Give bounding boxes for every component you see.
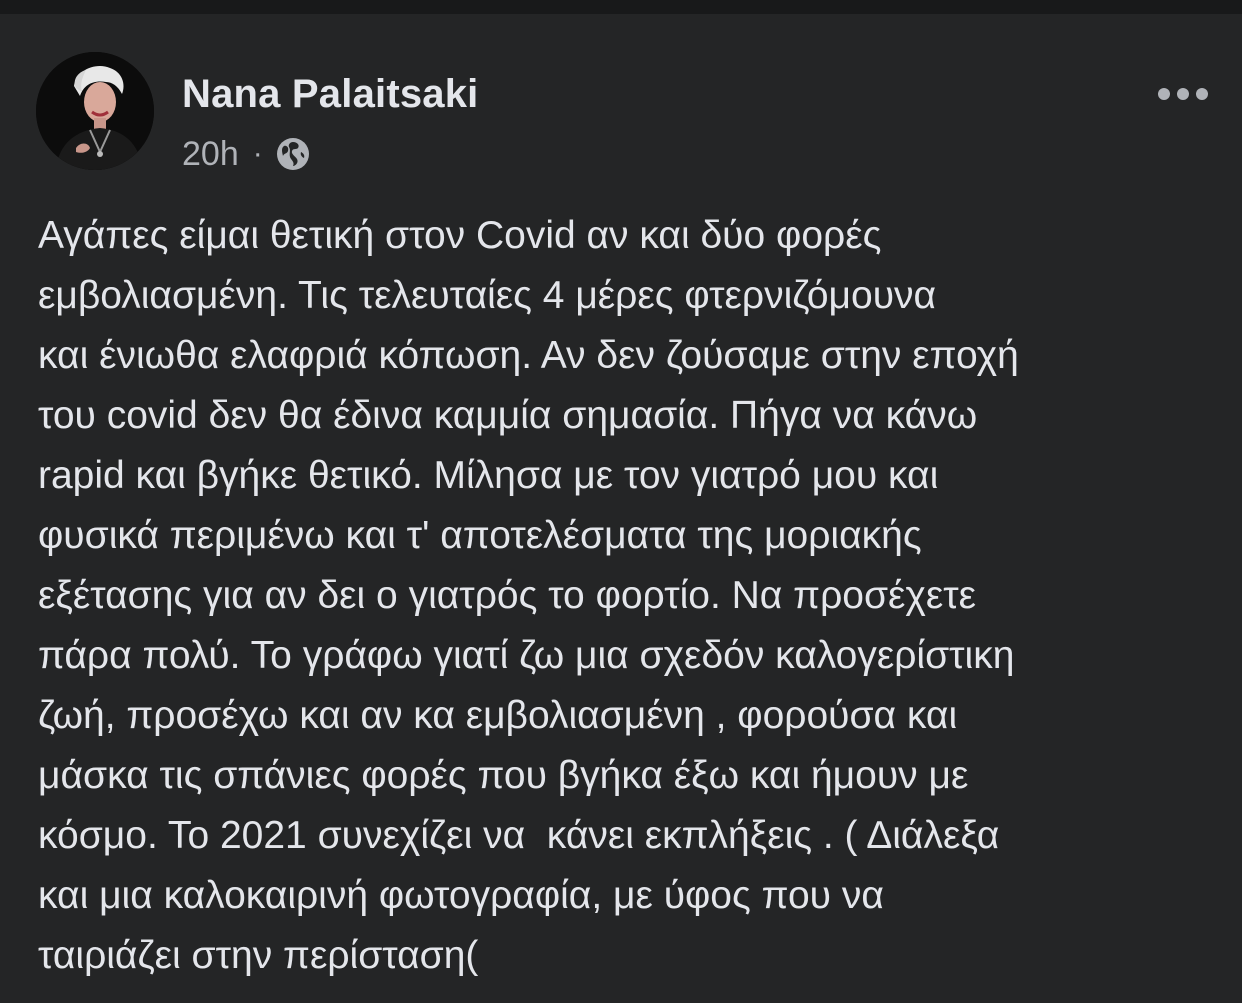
meta-separator: · <box>252 137 263 170</box>
top-bar <box>0 0 1242 14</box>
post-timestamp[interactable]: 20h <box>182 135 239 174</box>
post-meta: 20h · <box>182 132 311 176</box>
post-text-line: εμβολιασμένη. Τις τελευταίες 4 μέρες φτε… <box>38 274 937 317</box>
more-horizontal-icon <box>1158 88 1208 100</box>
post-text-line: φυσικά περιμένω και τ' αποτελέσματα της … <box>38 514 922 557</box>
author-name[interactable]: Nana Palaitsaki <box>182 72 479 117</box>
post-text-line: Αγάπες είμαι θετική στον Covid αν και δύ… <box>38 214 882 257</box>
post-text-line: του covid δεν θα έδινα καμμία σημασία. Π… <box>38 394 978 437</box>
avatar[interactable] <box>36 52 154 170</box>
post-text-line: rapid και βγήκε θετικό. Μίλησα με τον γι… <box>38 454 939 497</box>
post-text-line: ζωή, προσέχω και αν κα εμβολιασμένη , φο… <box>38 694 958 737</box>
post-text-line: κόσμο. Το 2021 συνεχίζει να κάνει εκπλήξ… <box>38 814 1000 857</box>
post-body: Αγάπες είμαι θετική στον Covid αν και δύ… <box>38 206 1218 986</box>
post-text-line: και ένιωθα ελαφριά κόπωση. Αν δεν ζούσαμ… <box>38 334 1019 377</box>
globe-icon[interactable] <box>275 136 311 172</box>
more-options-button[interactable] <box>1148 64 1218 124</box>
post-text-line: ταιριάζει στην περίσταση( <box>38 934 479 977</box>
post-text-line: μάσκα τις σπάνιες φορές που βγήκα έξω κα… <box>38 754 969 797</box>
avatar-photo <box>36 52 154 170</box>
post-card: Nana Palaitsaki 20h · Αγάπες είμαι θετικ… <box>0 14 1242 1003</box>
post-text-line: πάρα πολύ. Το γράφω γιατί ζω μια σχεδόν … <box>38 634 1015 677</box>
post-text-line: εξέτασης για αν δει ο γιατρός το φορτίο.… <box>38 574 977 617</box>
post-text-line: και μια καλοκαιρινή φωτογραφία, με ύφος … <box>38 874 884 917</box>
